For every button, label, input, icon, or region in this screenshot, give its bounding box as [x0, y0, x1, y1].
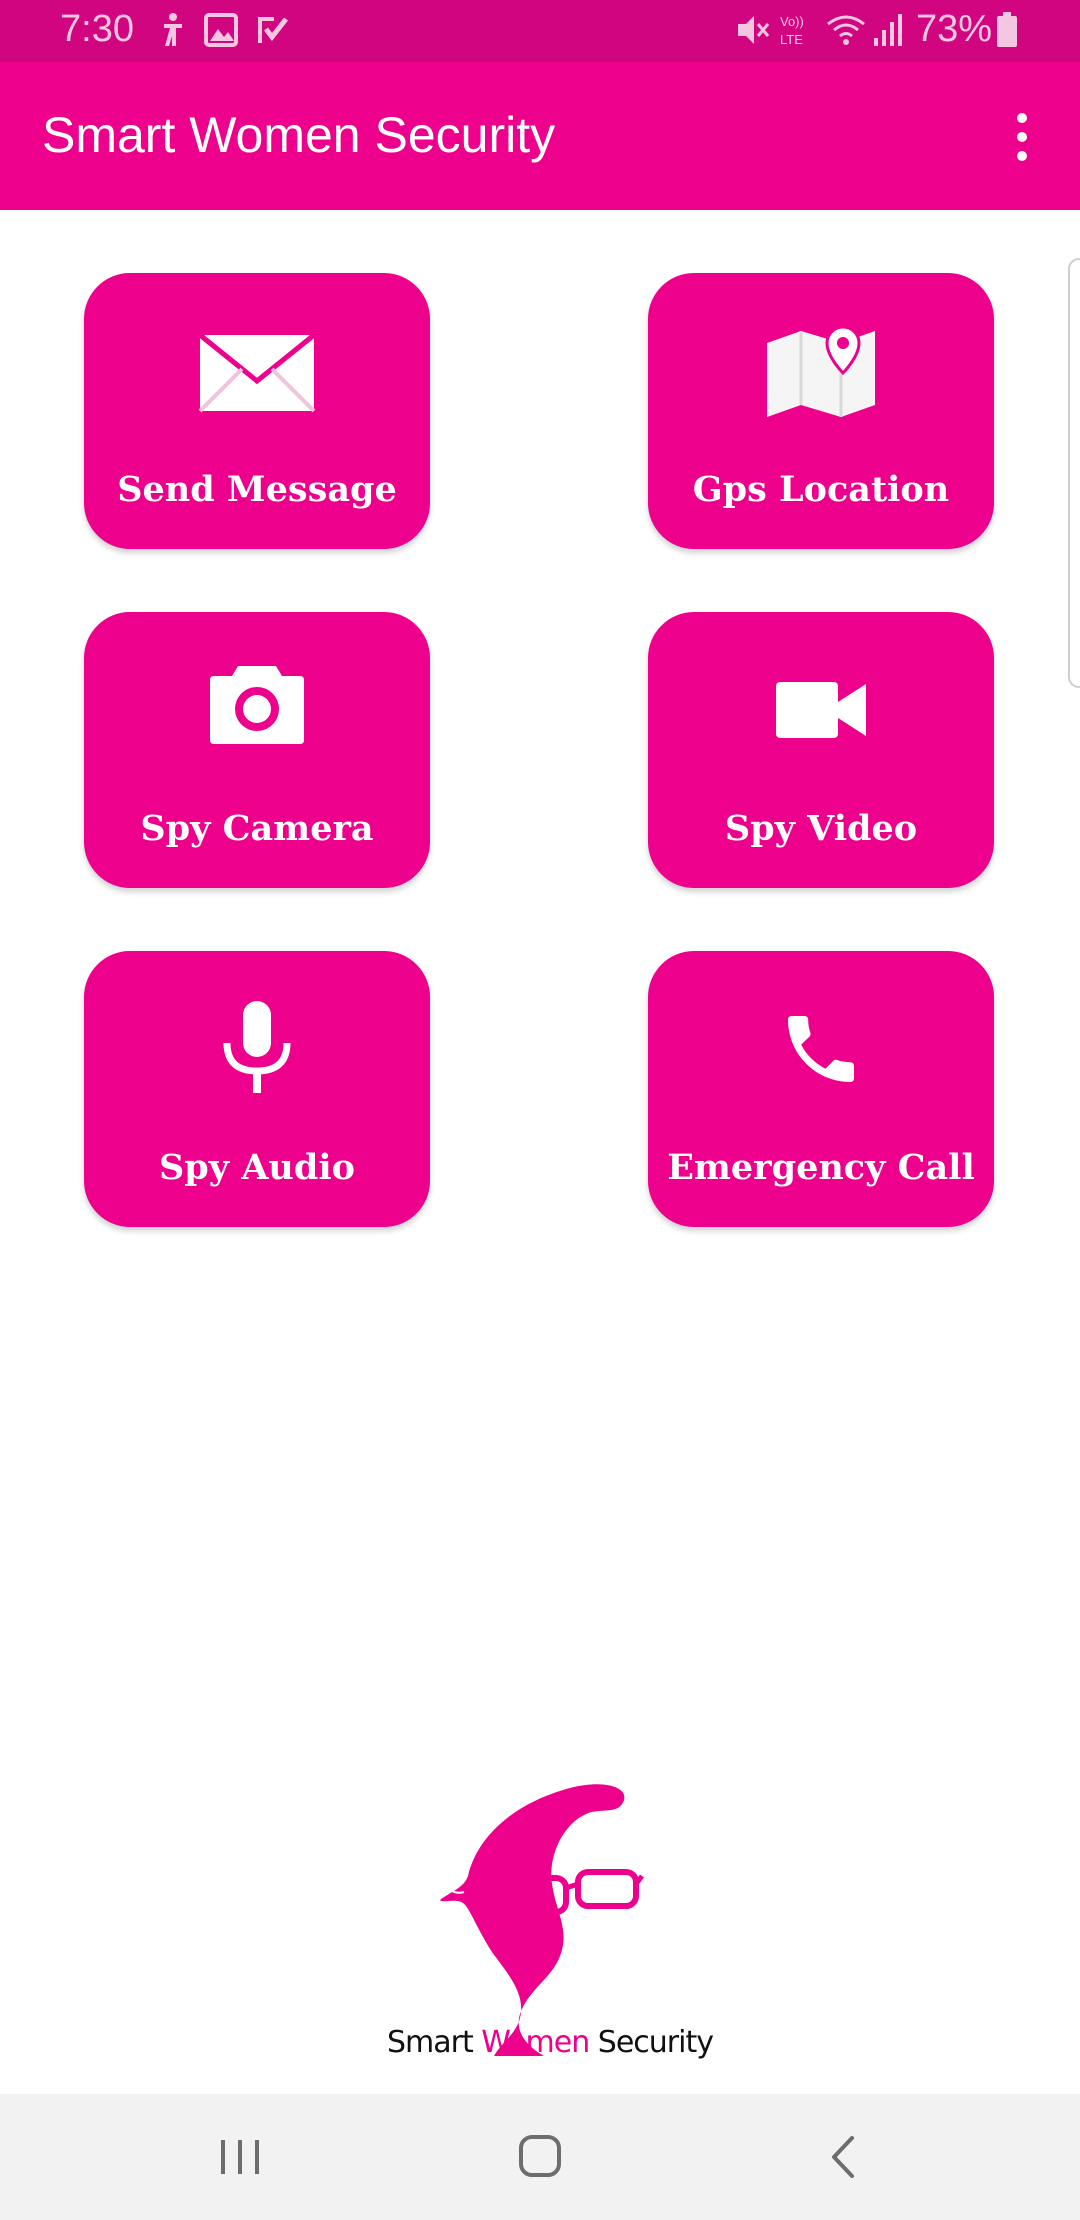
status-bar: 7:30 Vo)) LTE 73%	[0, 0, 1080, 62]
app-bar: Smart Women Security	[0, 62, 1080, 210]
map-pin-icon	[767, 325, 875, 417]
signal-icon	[874, 14, 902, 46]
spy-video-label: Spy Video	[724, 808, 918, 849]
app-title: Smart Women Security	[42, 107, 556, 163]
mute-icon	[738, 16, 770, 44]
image-icon	[204, 13, 238, 47]
gps-location-label: Gps Location	[692, 469, 950, 510]
logo-word-security: Security	[597, 2025, 714, 2060]
envelope-icon	[198, 333, 316, 413]
spy-audio-label: Spy Audio	[159, 1147, 355, 1188]
logo-word-smart: Smart	[386, 2025, 474, 2060]
recent-apps-icon[interactable]	[205, 2124, 275, 2190]
logo-wordmark: Smart Women Security	[360, 2025, 740, 2060]
camera-icon	[210, 666, 304, 744]
gps-location-button[interactable]: Gps Location	[648, 273, 994, 549]
svg-text:Vo)): Vo))	[780, 14, 804, 29]
send-message-label: Send Message	[117, 469, 397, 510]
send-message-button[interactable]: Send Message	[84, 273, 430, 549]
emergency-call-button[interactable]: Emergency Call	[648, 951, 994, 1227]
video-camera-icon	[776, 682, 866, 738]
logo-icon	[440, 1784, 644, 2056]
check-icon	[258, 17, 288, 43]
volte-icon: Vo)) LTE	[780, 14, 804, 47]
navigation-bar	[0, 2094, 1080, 2220]
battery-icon	[997, 12, 1017, 47]
overflow-menu-icon[interactable]	[1000, 102, 1044, 172]
spy-camera-button[interactable]: Spy Camera	[84, 612, 430, 888]
spy-video-button[interactable]: Spy Video	[648, 612, 994, 888]
spy-camera-label: Spy Camera	[140, 808, 374, 849]
logo-word-women: Women	[481, 2025, 590, 2060]
svg-text:LTE: LTE	[780, 32, 803, 47]
home-icon[interactable]	[505, 2124, 575, 2190]
emergency-call-label: Emergency Call	[667, 1147, 975, 1188]
battery-percent: 73%	[916, 8, 993, 50]
wifi-icon	[827, 15, 865, 45]
microphone-icon	[223, 1001, 291, 1093]
accessibility-icon	[164, 13, 182, 46]
status-time: 7:30	[60, 8, 134, 50]
spy-audio-button[interactable]: Spy Audio	[84, 951, 430, 1227]
back-icon[interactable]	[808, 2124, 878, 2190]
phone-icon	[788, 1016, 854, 1082]
scroll-edge-indicator	[1068, 258, 1080, 688]
